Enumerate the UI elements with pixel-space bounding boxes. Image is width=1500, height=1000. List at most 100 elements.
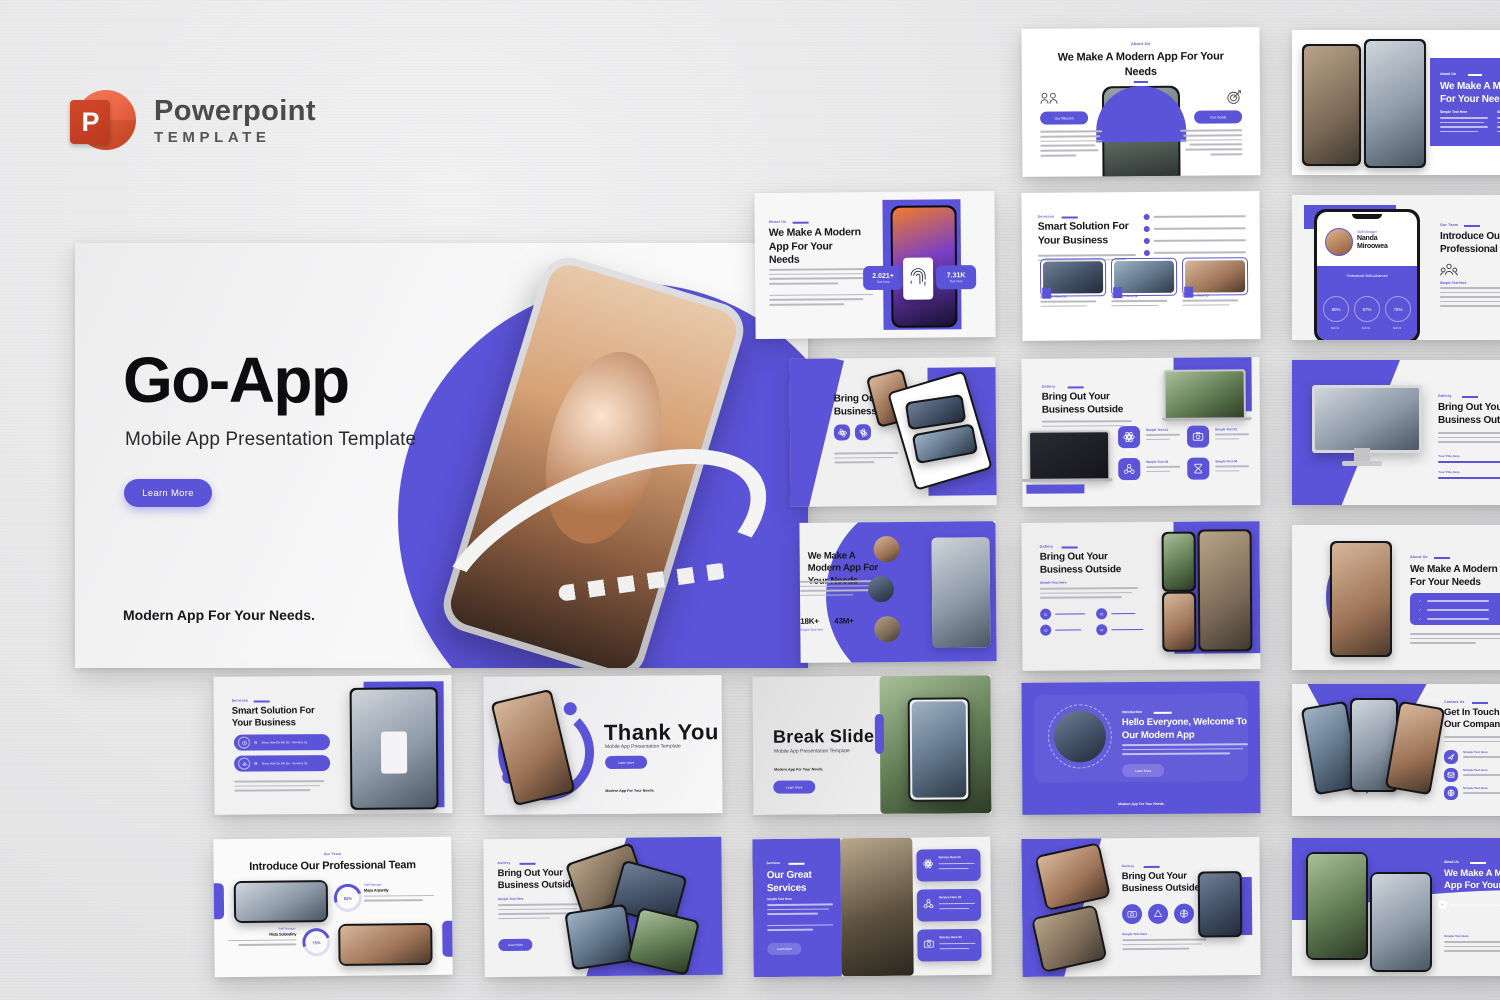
intro-title: Hello Everyone, Welcome To Our Modern Ap… — [1121, 716, 1247, 741]
gallery-bottom-body — [1122, 938, 1207, 952]
services-list-body — [234, 780, 325, 794]
service-card-1-title: Services Here 01 — [1040, 294, 1067, 299]
slide-gallery-devices[interactable]: Gallery Bring Out Your Business Outside … — [1021, 357, 1261, 507]
laptop-mockup-bottom — [1027, 430, 1111, 483]
hero-subtitle: Mobile App Presentation Template — [125, 429, 417, 450]
slide-about-wave[interactable]: About Us We Make A Modern App For Your N… — [1292, 838, 1500, 976]
feature-3-body — [1146, 465, 1181, 475]
services-list-title: Smart Solution For Your Business — [231, 705, 315, 730]
intro-button[interactable]: Learn More — [1122, 763, 1165, 778]
our-mission-button[interactable]: Our Mission — [1040, 111, 1089, 125]
contact-body — [1444, 736, 1500, 745]
slide-hero[interactable]: Go-App Mobile App Presentation Template … — [75, 243, 808, 668]
about-benefits-box: ✓ ✓ ✓ — [1410, 593, 1500, 625]
feature-2-body — [1215, 433, 1250, 442]
intro-label: Introduction — [1121, 709, 1143, 715]
service-card-1-body — [1040, 300, 1097, 310]
slide-contact[interactable]: Contact Us Get In Touch With Our Company… — [1292, 684, 1500, 816]
slide-about-benefits[interactable]: About Us We Make A Modern App For Your N… — [1292, 525, 1500, 670]
gallery-bottom-icon-1[interactable] — [1121, 903, 1143, 925]
services-list-item-2[interactable]: 02 About How Do We Do - Services 02 — [234, 755, 331, 772]
gallery-mid-icon-2[interactable] — [854, 424, 872, 441]
great-services-title: Our Great Services — [766, 869, 812, 895]
great-services-body — [766, 903, 834, 933]
mission-icon — [1040, 92, 1058, 106]
team-profile-phone: Staff Manager Nanda Miroowea Professiona… — [1314, 209, 1420, 340]
slide-thank-you[interactable]: Thank You Mobile App Presentation Templa… — [483, 675, 723, 815]
slide-gallery-tablets[interactable]: Gallery Bring Out Your Business Outside … — [483, 836, 723, 978]
point-1: 01 — [1040, 608, 1086, 620]
gallery-bottom-icon-3[interactable] — [1173, 903, 1195, 924]
team-member-1-role: Staff Manager — [363, 882, 382, 887]
services-list-tablet — [349, 687, 439, 810]
contact-label: Contact Us — [1444, 700, 1465, 704]
about-circles-avatar-1 — [873, 535, 900, 563]
slide-about-stats[interactable]: About Us We Make A Modern App For Your N… — [754, 190, 996, 340]
great-services-card-3[interactable]: Service Here 03 — [917, 928, 982, 962]
slide-gallery-mid[interactable]: Bring Out Your Business Outside — [789, 357, 997, 507]
contact-icon-1[interactable] — [1444, 750, 1458, 764]
card-3-icon — [923, 938, 934, 949]
services-grid-title: Smart Solution For Your Business — [1037, 220, 1129, 247]
slide-about-hero[interactable]: About Us We Make A Modern App For Your N… — [1021, 27, 1261, 177]
feature-icon-3[interactable] — [1118, 458, 1141, 481]
feature-icon-4[interactable] — [1187, 457, 1210, 480]
services-list-item-1[interactable]: 01 About How Do We Do - Services 01 — [233, 734, 331, 751]
break-button[interactable]: Learn More — [773, 780, 816, 794]
thank-you-button[interactable]: Learn More — [605, 755, 648, 769]
about-stats-body — [769, 268, 874, 309]
gallery-bottom-icon-2[interactable] — [1147, 903, 1169, 924]
point-2-number: 02 — [1096, 608, 1108, 620]
slide-break[interactable]: Break Slide Mobile App Presentation Temp… — [752, 675, 992, 815]
slide-about-phones[interactable]: About Us We Make A Modern App For Your N… — [1292, 30, 1500, 175]
slider-1-track[interactable] — [1438, 461, 1500, 463]
slide-services-grid[interactable]: Services Smart Solution For Your Busines… — [1021, 191, 1261, 341]
slide-great-services[interactable]: Services Our Great Services Simple Text … — [752, 836, 992, 978]
gallery-phones-large — [1197, 529, 1253, 652]
feature-icon-1[interactable] — [1117, 426, 1141, 449]
slide-gallery-bottom[interactable]: Gallery Bring Out Your Business Outside … — [1021, 836, 1261, 978]
about-wave-title: We Make A Modern App For Your Needs — [1444, 868, 1500, 892]
team-member-1-name: Maya Arpantly — [363, 887, 389, 893]
point-4-number: 04 — [1096, 624, 1108, 636]
slide-gallery-phones[interactable]: Gallery Bring Out Your Business Outside … — [1021, 521, 1261, 671]
hero-learn-more-button[interactable]: Learn More — [124, 479, 212, 507]
team-grid-photo-2 — [338, 922, 433, 966]
intro-body — [1121, 743, 1248, 757]
slide-team-profile[interactable]: Staff Manager Nanda Miroowea Professiona… — [1292, 195, 1500, 340]
slide-gallery-desktop[interactable]: Gallery Bring Out Your Business Outside … — [1292, 360, 1500, 505]
gallery-desktop-label: Gallery — [1438, 394, 1452, 398]
gallery-desktop-title: Bring Out Your Business Outside — [1438, 402, 1500, 426]
great-services-card-2[interactable]: Service Here 02 — [916, 888, 982, 922]
about-phones-photo-2 — [1364, 39, 1426, 168]
slide-about-circles[interactable]: We Make A Modern App For Your Needs 18K+… — [799, 521, 997, 663]
about-circles-body — [799, 580, 878, 599]
feature-icon-2[interactable] — [1186, 425, 1210, 448]
great-services-card-1[interactable]: Service Here 01 — [916, 848, 981, 882]
slide-team-grid[interactable]: Our Team Introduce Our Professional Team… — [213, 836, 453, 978]
about-stats-stat-2: 7.31K Text here — [936, 265, 977, 290]
gallery-tablets-button[interactable]: Learn More — [498, 938, 533, 952]
contact-icon-2[interactable] — [1444, 768, 1458, 782]
slider-2-track[interactable] — [1438, 477, 1500, 479]
our-goals-button[interactable]: Our Goals — [1194, 110, 1243, 124]
gallery-devices-label: Gallery — [1041, 384, 1056, 389]
about-wave-body — [1444, 941, 1500, 955]
slider-1-label: Your Title Here — [1438, 454, 1460, 458]
gallery-mid-icon-1[interactable] — [833, 424, 851, 441]
great-services-button[interactable]: Learn More — [767, 942, 802, 956]
slide-services-list[interactable]: Services Smart Solution For Your Busines… — [213, 675, 453, 815]
service-card-3-title: Services Here 03 — [1182, 293, 1209, 298]
contact-icon-3[interactable] — [1444, 786, 1458, 800]
slide-intro-welcome[interactable]: Introduction Hello Everyone, Welcome To … — [1021, 681, 1261, 815]
services-item-1-text: About How Do We Do - Services 01 — [261, 740, 308, 745]
gallery-tablets-subhead: Simple Text Here — [497, 896, 524, 902]
team-member-2-role: Staff Manager — [278, 926, 297, 931]
about-benefits-title: We Make A Modern App For Your Needs — [1410, 564, 1500, 588]
services-grid-bullets — [1143, 213, 1246, 256]
team-profile-body — [1440, 287, 1500, 310]
intro-avatar-ring — [1047, 704, 1113, 769]
gallery-desktop-body — [1438, 432, 1500, 446]
gallery-mid-body — [834, 451, 899, 466]
about-hero-left-text — [1040, 130, 1103, 159]
